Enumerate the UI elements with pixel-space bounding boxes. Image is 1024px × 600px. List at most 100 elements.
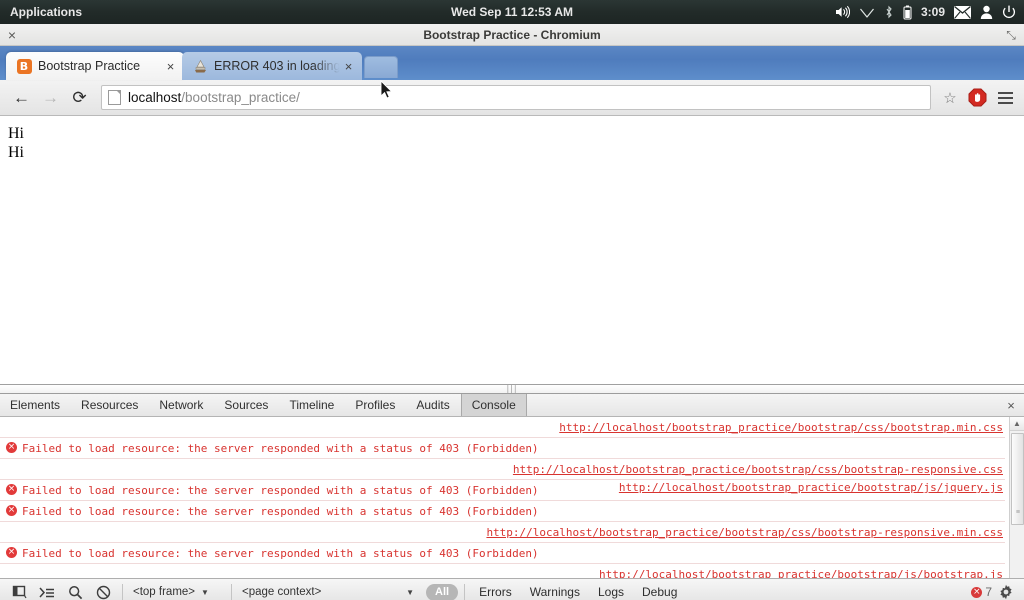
new-tab-button[interactable]	[364, 56, 398, 78]
devtools-tab-bar: Elements Resources Network Sources Timel…	[0, 394, 1024, 417]
url-path: /bootstrap_practice/	[181, 90, 300, 105]
browser-tab-error-403[interactable]: ERROR 403 in loading reso ×	[182, 52, 362, 80]
window-close-button[interactable]: ×	[0, 24, 24, 46]
error-count-value: 7	[985, 585, 992, 599]
panel-system-tray: 3:09	[834, 5, 1024, 20]
console-message[interactable]: × http://localhost/bootstrap_practice/bo…	[0, 480, 1005, 501]
devtools-resize-handle[interactable]: |||	[0, 385, 1024, 394]
devtools-tab-profiles[interactable]: Profiles	[345, 394, 406, 416]
filter-logs-button[interactable]: Logs	[590, 585, 632, 599]
error-icon: ×	[6, 484, 17, 495]
gear-icon[interactable]	[994, 584, 1018, 600]
show-console-icon[interactable]	[34, 581, 60, 600]
devtools-close-button[interactable]: ×	[998, 394, 1024, 416]
wifi-icon[interactable]	[859, 5, 875, 19]
volume-icon[interactable]	[834, 5, 850, 19]
url-host: localhost	[128, 90, 182, 105]
bootstrap-favicon: B	[16, 58, 32, 74]
page-line-2: Hi	[8, 144, 24, 161]
statusbar-divider	[122, 584, 123, 600]
window-restore-button[interactable]: ⤡	[998, 24, 1024, 46]
bookmark-star-icon[interactable]: ☆	[939, 89, 961, 107]
console-message-text: Failed to load resource: the server resp…	[22, 442, 539, 455]
console-message-text: Failed to load resource: the server resp…	[22, 484, 539, 497]
power-icon[interactable]	[1002, 5, 1016, 19]
console-message[interactable]: http://localhost/bootstrap_practice/boot…	[0, 459, 1005, 480]
error-count-indicator[interactable]: × 7	[971, 585, 992, 599]
adblock-extension-icon[interactable]	[968, 88, 987, 107]
console-scrollbar[interactable]: ▲ ≡	[1009, 417, 1024, 578]
battery-icon[interactable]	[903, 5, 912, 20]
frame-context-value: <top frame>	[133, 586, 196, 598]
forward-button[interactable]: →	[37, 84, 64, 111]
devtools-tab-console[interactable]: Console	[460, 394, 527, 416]
console-message[interactable]: http://localhost/bootstrap_practice/boot…	[0, 522, 1005, 543]
desktop-top-panel: Applications Wed Sep 11 12:53 AM 3:09	[0, 0, 1024, 24]
address-bar[interactable]: localhost/bootstrap_practice/	[101, 79, 931, 110]
devtools-tab-audits[interactable]: Audits	[406, 394, 460, 416]
devtools-status-bar: <top frame> ▼ <page context> ▼ All Error…	[0, 578, 1024, 600]
dock-panel-icon[interactable]	[6, 581, 32, 600]
console-message-text: Failed to load resource: the server resp…	[22, 547, 539, 560]
filter-errors-button[interactable]: Errors	[471, 585, 520, 599]
console-message[interactable]: http://localhost/bootstrap_practice/boot…	[0, 564, 1005, 578]
chevron-down-icon: ▼	[406, 587, 414, 597]
console-message[interactable]: × Failed to load resource: the server re…	[0, 438, 1005, 459]
chevron-down-icon: ▼	[201, 587, 209, 597]
console-message-list: http://localhost/bootstrap_practice/boot…	[0, 417, 1009, 578]
page-context-value: <page context>	[242, 586, 322, 598]
favicon-letter: B	[16, 58, 32, 74]
search-icon[interactable]	[62, 581, 88, 600]
statusbar-divider	[464, 584, 466, 600]
filter-warnings-button[interactable]: Warnings	[522, 585, 588, 599]
devtools-tab-sources[interactable]: Sources	[214, 394, 279, 416]
console-message-text: Failed to load resource: the server resp…	[22, 505, 539, 518]
filter-debug-button[interactable]: Debug	[634, 585, 685, 599]
applications-menu[interactable]: Applications	[0, 0, 92, 24]
resize-grip-icon: |||	[506, 384, 518, 393]
back-button[interactable]: ←	[8, 84, 35, 111]
mail-icon[interactable]	[954, 5, 971, 19]
page-info-icon	[108, 90, 121, 105]
devtools-tab-elements[interactable]: Elements	[0, 394, 71, 416]
console-message[interactable]: http://localhost/bootstrap_practice/boot…	[0, 417, 1005, 438]
statusbar-divider	[231, 584, 232, 600]
user-icon[interactable]	[980, 5, 993, 19]
page-line-1: Hi	[8, 125, 24, 142]
filter-all-button[interactable]: All	[426, 583, 459, 600]
console-resource-url[interactable]: http://localhost/bootstrap_practice/boot…	[619, 481, 1003, 494]
devtools-tab-timeline[interactable]: Timeline	[279, 394, 345, 416]
browser-tab-bootstrap-practice[interactable]: B Bootstrap Practice ×	[6, 52, 184, 80]
console-output: http://localhost/bootstrap_practice/boot…	[0, 417, 1024, 578]
frame-context-selector[interactable]: <top frame> ▼	[129, 581, 225, 600]
tab-title: Bootstrap Practice	[38, 59, 141, 73]
tab-close-button[interactable]: ×	[341, 59, 356, 74]
tab-title: ERROR 403 in loading reso	[214, 59, 341, 73]
console-resource-url[interactable]: http://localhost/bootstrap_practice/boot…	[559, 421, 1003, 434]
console-message[interactable]: × Failed to load resource: the server re…	[0, 543, 1005, 564]
console-message[interactable]: × Failed to load resource: the server re…	[0, 501, 1005, 522]
clear-console-icon[interactable]	[90, 581, 116, 600]
console-resource-url[interactable]: http://localhost/bootstrap_practice/boot…	[486, 526, 1003, 539]
error-icon: ×	[6, 442, 17, 453]
window-title: Bootstrap Practice - Chromium	[423, 27, 601, 42]
page-context-selector[interactable]: <page context> ▼	[238, 581, 418, 600]
reload-button[interactable]: ⟳	[66, 84, 93, 111]
battery-time-remaining: 3:09	[920, 5, 945, 19]
bluetooth-icon[interactable]	[884, 5, 894, 19]
devtools-tab-network[interactable]: Network	[149, 394, 214, 416]
console-resource-url[interactable]: http://localhost/bootstrap_practice/boot…	[599, 568, 1003, 578]
url-text: localhost/bootstrap_practice/	[128, 90, 300, 105]
chromium-menu-button[interactable]	[994, 91, 1016, 104]
console-resource-url[interactable]: http://localhost/bootstrap_practice/boot…	[513, 463, 1003, 476]
window-titlebar: × Bootstrap Practice - Chromium ⤡	[0, 24, 1024, 46]
scroll-up-arrow-icon[interactable]: ▲	[1009, 417, 1024, 431]
error-badge-icon: ×	[971, 586, 983, 598]
error-icon: ×	[6, 547, 17, 558]
page-viewport: Hi Hi	[0, 116, 1024, 384]
scrollbar-grip-icon: ≡	[1015, 509, 1020, 516]
document-favicon	[192, 58, 208, 74]
tab-close-button[interactable]: ×	[163, 59, 178, 74]
browser-toolbar: ← → ⟳ localhost/bootstrap_practice/ ☆	[0, 79, 1024, 116]
devtools-tab-resources[interactable]: Resources	[71, 394, 149, 416]
